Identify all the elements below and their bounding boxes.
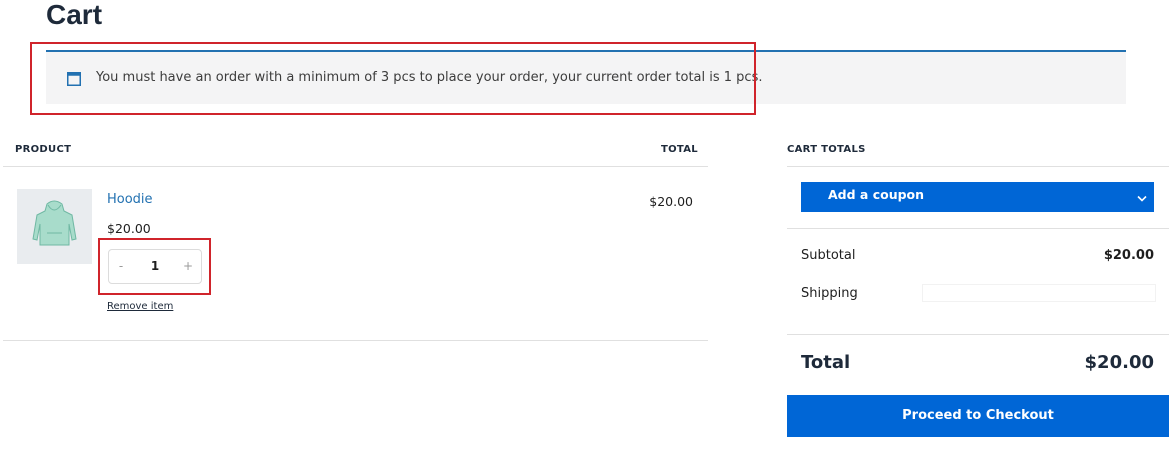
totals-divider [787, 334, 1169, 335]
coupon-divider [787, 228, 1169, 229]
page-title: Cart [46, 0, 103, 30]
hoodie-icon [32, 200, 77, 246]
product-name-link[interactable]: Hoodie [107, 192, 153, 207]
shipping-label: Shipping [801, 286, 858, 301]
subtotal-value: $20.00 [1103, 248, 1154, 263]
total-column-header: TOTAL [661, 144, 698, 155]
product-unit-price: $20.00 [107, 221, 151, 236]
cart-totals-divider [787, 166, 1169, 167]
table-header-divider [3, 166, 708, 167]
subtotal-label: Subtotal [801, 248, 856, 263]
product-column-header: PRODUCT [15, 144, 72, 155]
quantity-highlight-box [98, 238, 211, 295]
add-coupon-label: Add a coupon [828, 187, 925, 202]
product-thumbnail[interactable] [17, 189, 92, 264]
notice-highlight-box [30, 42, 756, 115]
product-line-total: $20.00 [649, 194, 693, 209]
cart-page: Cart You must have an order with a minim… [0, 0, 1176, 450]
proceed-to-checkout-button[interactable]: Proceed to Checkout [787, 395, 1169, 437]
cart-totals-heading: CART TOTALS [787, 144, 866, 155]
total-label: Total [801, 352, 851, 373]
add-coupon-toggle[interactable]: Add a coupon [801, 182, 1154, 212]
shipping-value-box [922, 284, 1156, 302]
total-value: $20.00 [1084, 352, 1154, 373]
table-row-divider [3, 340, 708, 341]
chevron-down-icon [1137, 195, 1147, 202]
remove-item-link[interactable]: Remove item [107, 301, 173, 312]
